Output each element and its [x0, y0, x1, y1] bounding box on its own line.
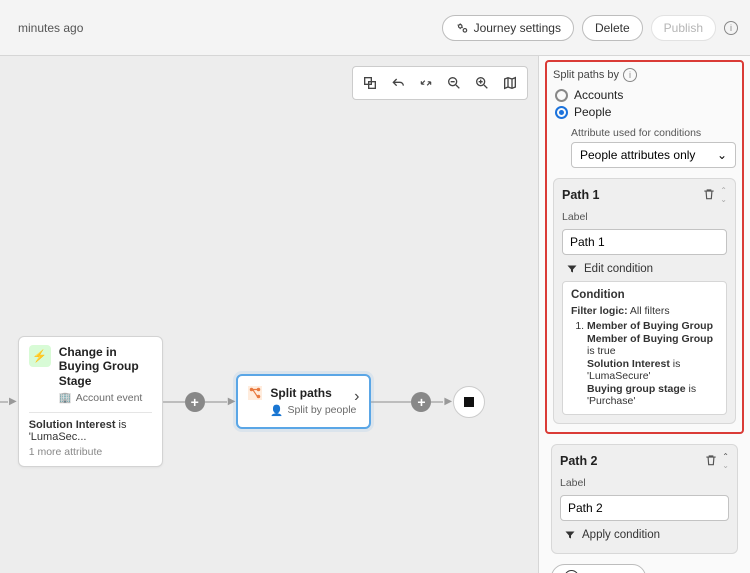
- journey-settings-label: Journey settings: [474, 21, 561, 35]
- radio-selected-icon: [555, 106, 568, 119]
- add-node-button[interactable]: +: [185, 392, 205, 412]
- split-by-header: Split paths by i: [553, 68, 736, 82]
- map-tool-icon[interactable]: [497, 71, 523, 95]
- event-node[interactable]: ⚡ Change in Buying Group Stage 🏢 Account…: [18, 336, 163, 467]
- trash-icon[interactable]: [704, 453, 718, 469]
- publish-button: Publish: [651, 15, 716, 41]
- filter-icon: [566, 263, 578, 275]
- trash-icon[interactable]: [702, 187, 716, 203]
- filter-icon: [564, 529, 576, 541]
- chevron-right-icon: ›: [354, 388, 359, 406]
- radio-people[interactable]: People: [555, 105, 736, 119]
- info-icon[interactable]: i: [623, 68, 637, 82]
- person-icon: 👤: [270, 404, 283, 417]
- split-paths-node[interactable]: Split paths 👤 Split by people ›: [236, 374, 371, 428]
- condition-title: Condition: [571, 289, 718, 301]
- path-1-block: Path 1 ⌃ ⌄ Label Edit condition Condition…: [553, 178, 736, 424]
- path-2-label-text: Label: [560, 477, 729, 489]
- split-icon: [248, 386, 262, 400]
- event-more-attr: 1 more attribute: [29, 446, 152, 458]
- path-1-label-text: Label: [562, 211, 727, 223]
- apply-condition-link[interactable]: Apply condition: [564, 529, 725, 541]
- edit-condition-label: Edit condition: [584, 263, 653, 275]
- event-node-title: Change in Buying Group Stage: [59, 345, 152, 388]
- collapse-tool-icon[interactable]: [413, 71, 439, 95]
- move-down-icon[interactable]: ⌄: [722, 462, 729, 469]
- building-icon: 🏢: [59, 391, 72, 404]
- path-2-head: Path 2: [560, 454, 598, 468]
- event-node-subtitle: 🏢 Account event: [59, 391, 152, 404]
- zoom-in-tool-icon[interactable]: [469, 71, 495, 95]
- journey-settings-button[interactable]: Journey settings: [442, 15, 574, 41]
- radio-accounts[interactable]: Accounts: [555, 88, 736, 102]
- publish-label: Publish: [664, 21, 703, 35]
- path-1-label-input[interactable]: [562, 229, 727, 255]
- undo-tool-icon[interactable]: [385, 71, 411, 95]
- move-up-icon[interactable]: ⌃: [722, 453, 729, 460]
- condition-summary: Condition Filter logic: All filters Memb…: [562, 281, 727, 415]
- delete-label: Delete: [595, 21, 630, 35]
- edit-condition-link[interactable]: Edit condition: [566, 263, 723, 275]
- event-attr-line: Solution Interest is 'LumaSec...: [29, 419, 152, 443]
- bolt-icon: ⚡: [29, 345, 51, 367]
- apply-condition-label: Apply condition: [582, 529, 660, 541]
- condition-item: Member of Buying Group Member of Buying …: [587, 320, 718, 407]
- arrow-icon: ▶: [228, 396, 236, 407]
- end-node[interactable]: [453, 386, 485, 418]
- attr-condition-value: People attributes only: [580, 148, 695, 162]
- move-up-icon[interactable]: ⌃: [720, 187, 727, 194]
- add-path-button[interactable]: + Add path: [551, 564, 646, 573]
- path-2-label-input[interactable]: [560, 495, 729, 521]
- path-1-head: Path 1: [562, 188, 600, 202]
- zoom-out-tool-icon[interactable]: [441, 71, 467, 95]
- journey-canvas[interactable]: ▶ ⚡ Change in Buying Group Stage 🏢 Accou…: [0, 56, 538, 573]
- attr-condition-select[interactable]: People attributes only ⌄: [571, 142, 736, 168]
- split-node-title: Split paths: [270, 386, 356, 400]
- filter-logic: Filter logic: All filters: [571, 305, 718, 317]
- path-2-block: Path 2 ⌃ ⌄ Label Apply condition: [551, 444, 738, 554]
- arrow-icon: ▶: [444, 396, 452, 407]
- copy-tool-icon[interactable]: [357, 71, 383, 95]
- radio-people-label: People: [574, 105, 611, 119]
- split-node-subtitle: 👤 Split by people: [270, 404, 356, 417]
- gear-icon: [455, 21, 469, 35]
- arrow-icon: ▶: [9, 396, 17, 407]
- radio-accounts-label: Accounts: [574, 88, 623, 102]
- last-modified: minutes ago: [12, 21, 83, 35]
- delete-button[interactable]: Delete: [582, 15, 643, 41]
- stop-icon: [464, 397, 474, 407]
- chevron-down-icon: ⌄: [717, 148, 727, 162]
- attr-condition-label: Attribute used for conditions: [571, 127, 736, 139]
- add-node-button[interactable]: +: [411, 392, 431, 412]
- radio-icon: [555, 89, 568, 102]
- info-icon[interactable]: i: [724, 21, 738, 35]
- properties-panel: Split paths by i Accounts People Attribu…: [538, 56, 750, 573]
- move-down-icon[interactable]: ⌄: [720, 196, 727, 203]
- highlighted-region: Split paths by i Accounts People Attribu…: [545, 60, 744, 434]
- canvas-toolbar: [352, 66, 528, 100]
